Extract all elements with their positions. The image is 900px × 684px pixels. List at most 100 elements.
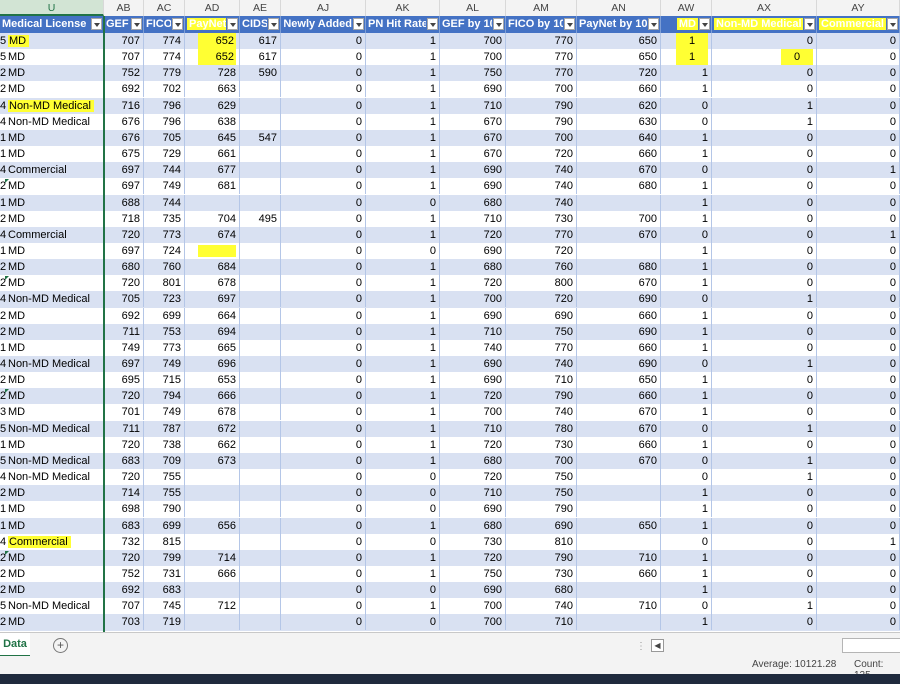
cell-nmd[interactable]: 0: [712, 210, 817, 227]
column-letter-aw[interactable]: AW: [661, 0, 712, 16]
cell-cids[interactable]: 617: [240, 49, 281, 66]
cell-paynet[interactable]: 678: [185, 275, 240, 292]
cell-paynet[interactable]: 672: [185, 420, 240, 437]
cell-fico[interactable]: 753: [144, 323, 185, 340]
cell-paynet10[interactable]: 670: [577, 420, 661, 437]
cell-na[interactable]: 0: [281, 210, 366, 227]
cell-na[interactable]: 0: [281, 323, 366, 340]
cell-md[interactable]: 1: [661, 65, 712, 82]
cell-fico10[interactable]: 740: [506, 178, 577, 195]
cell-pn[interactable]: 1: [366, 49, 440, 66]
cell-na[interactable]: 0: [281, 356, 366, 372]
cell-fico[interactable]: 719: [144, 614, 185, 631]
cell-nmd[interactable]: 0: [712, 565, 817, 582]
cell-na[interactable]: 0: [281, 81, 366, 98]
cell-lic[interactable]: 2 MD: [0, 485, 104, 502]
cell-fico[interactable]: 709: [144, 452, 185, 469]
cell-na[interactable]: 0: [281, 339, 366, 356]
cell-com[interactable]: 0: [817, 242, 900, 259]
cell-fico[interactable]: 724: [144, 242, 185, 259]
cell-paynet[interactable]: 663: [185, 81, 240, 98]
cell-na[interactable]: 0: [281, 501, 366, 518]
cell-com[interactable]: 0: [817, 501, 900, 518]
cell-gef[interactable]: 692: [104, 582, 144, 599]
cell-na[interactable]: 0: [281, 517, 366, 534]
cell-md[interactable]: 0: [661, 469, 712, 486]
cell-paynet10[interactable]: 720: [577, 65, 661, 82]
cell-cids[interactable]: [240, 533, 281, 550]
cell-gef[interactable]: 688: [104, 194, 144, 211]
cell-pn[interactable]: 1: [366, 517, 440, 534]
cell-na[interactable]: 0: [281, 452, 366, 469]
cell-gef[interactable]: 692: [104, 81, 144, 98]
cell-paynet10[interactable]: [577, 582, 661, 599]
cell-md[interactable]: 1: [661, 210, 712, 227]
cell-cids[interactable]: [240, 259, 281, 276]
cell-md[interactable]: 1: [661, 404, 712, 421]
column-letter-ay[interactable]: AY: [817, 0, 900, 16]
cell-lic[interactable]: 2 MD: [0, 210, 104, 227]
cell-cids[interactable]: [240, 275, 281, 292]
cell-paynet[interactable]: 662: [185, 436, 240, 453]
cell-gef10[interactable]: 720: [440, 469, 506, 486]
cell-nmd[interactable]: 0: [712, 388, 817, 405]
cell-md[interactable]: 0: [661, 226, 712, 243]
cell-fico10[interactable]: 800: [506, 275, 577, 292]
cell-com[interactable]: 0: [817, 436, 900, 453]
column-letter-u[interactable]: U: [0, 0, 104, 16]
column-letter-am[interactable]: AM: [506, 0, 577, 16]
cell-fico[interactable]: 794: [144, 388, 185, 405]
cell-paynet[interactable]: 714: [185, 549, 240, 566]
cell-cids[interactable]: [240, 469, 281, 486]
cell-md[interactable]: 1: [661, 565, 712, 582]
cell-na[interactable]: 0: [281, 291, 366, 308]
filter-dropdown-icon[interactable]: [172, 18, 183, 30]
cell-nmd[interactable]: 0: [712, 275, 817, 292]
cell-pn[interactable]: 1: [366, 226, 440, 243]
cell-paynet10[interactable]: 670: [577, 404, 661, 421]
cell-nmd[interactable]: 0: [712, 517, 817, 534]
cell-nmd[interactable]: 1: [712, 291, 817, 308]
cell-lic[interactable]: 1 MD: [0, 194, 104, 211]
cell-cids[interactable]: [240, 436, 281, 453]
cell-md[interactable]: 1: [661, 259, 712, 276]
cell-na[interactable]: 0: [281, 242, 366, 259]
cell-cids[interactable]: [240, 339, 281, 356]
cell-paynet[interactable]: 681: [185, 178, 240, 195]
cell-pn[interactable]: 1: [366, 388, 440, 405]
cell-na[interactable]: 0: [281, 162, 366, 179]
cell-cids[interactable]: [240, 113, 281, 130]
cell-gef[interactable]: 711: [104, 323, 144, 340]
cell-pn[interactable]: 1: [366, 452, 440, 469]
cell-cids[interactable]: [240, 517, 281, 534]
cell-pn[interactable]: 0: [366, 242, 440, 259]
cell-pn[interactable]: 1: [366, 420, 440, 437]
cell-nmd[interactable]: 0: [712, 339, 817, 356]
cell-pn[interactable]: 1: [366, 129, 440, 146]
cell-cids[interactable]: [240, 226, 281, 243]
cell-paynet[interactable]: 684: [185, 259, 240, 276]
cell-na[interactable]: 0: [281, 178, 366, 195]
cell-pn[interactable]: 0: [366, 582, 440, 599]
cell-cids[interactable]: 495: [240, 210, 281, 227]
cell-md[interactable]: 1: [661, 339, 712, 356]
cell-paynet10[interactable]: 690: [577, 323, 661, 340]
cell-fico10[interactable]: 750: [506, 469, 577, 486]
cell-cids[interactable]: [240, 452, 281, 469]
cell-gef10[interactable]: 690: [440, 178, 506, 195]
cell-pn[interactable]: 0: [366, 469, 440, 486]
cell-gef10[interactable]: 670: [440, 113, 506, 130]
cell-paynet[interactable]: 674: [185, 226, 240, 243]
cell-gef[interactable]: 720: [104, 226, 144, 243]
cell-lic[interactable]: 2 MD: [0, 81, 104, 98]
cell-fico[interactable]: 683: [144, 582, 185, 599]
cell-paynet10[interactable]: [577, 242, 661, 259]
cell-lic[interactable]: 2 MD: [0, 275, 104, 292]
cell-nmd[interactable]: 1: [712, 356, 817, 372]
cell-gef[interactable]: 676: [104, 113, 144, 130]
cell-lic[interactable]: 1 MD: [0, 436, 104, 453]
cell-na[interactable]: 0: [281, 65, 366, 82]
cell-paynet[interactable]: 666: [185, 565, 240, 582]
cell-paynet[interactable]: 677: [185, 162, 240, 179]
cell-gef[interactable]: 714: [104, 485, 144, 502]
